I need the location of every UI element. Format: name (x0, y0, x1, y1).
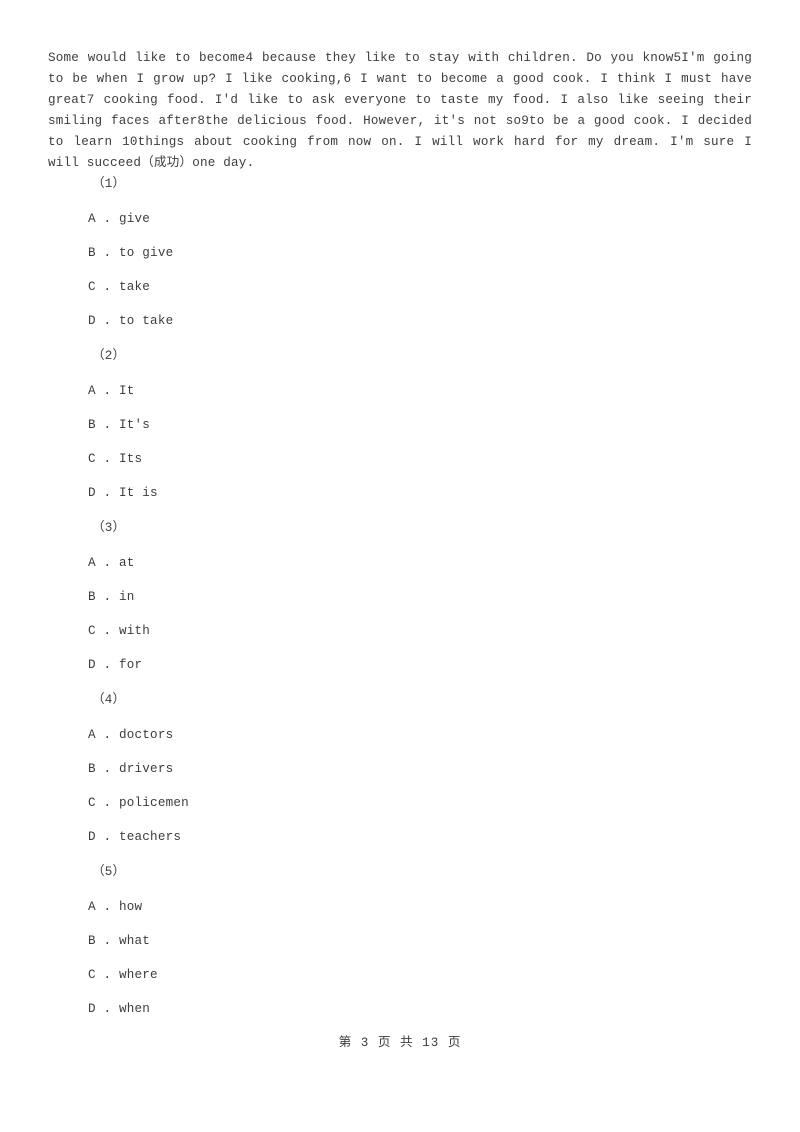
answer-option[interactable]: C . take (48, 270, 752, 304)
option-text: policemen (119, 795, 189, 810)
option-label: B . (88, 417, 120, 432)
answer-option[interactable]: B . in (48, 580, 752, 614)
answer-option[interactable]: B . It's (48, 408, 752, 442)
option-label: C . (88, 967, 120, 982)
question-number: （1） (92, 176, 126, 191)
passage-text: Some would like to become4 because they … (48, 51, 752, 170)
question-number: （5） (92, 864, 126, 879)
option-label: A . (88, 211, 120, 226)
option-label: D . (88, 313, 120, 328)
question-list: （1） A . give B . to give C . take D . to tak… (48, 166, 752, 1026)
answer-option[interactable]: D . teachers (48, 820, 752, 854)
option-text: for (119, 657, 143, 672)
option-label: D . (88, 1001, 120, 1016)
option-text: teachers (119, 829, 182, 844)
page-footer: 第 3 页 共 13 页 (0, 1032, 800, 1054)
answer-option[interactable]: A . give (48, 202, 752, 236)
answer-option[interactable]: C . policemen (48, 786, 752, 820)
option-text: with (119, 623, 151, 638)
answer-option[interactable]: D . to take (48, 304, 752, 338)
option-text: when (119, 1001, 151, 1016)
answer-option[interactable]: C . where (48, 958, 752, 992)
option-label: B . (88, 933, 120, 948)
question-number: （4） (92, 692, 126, 707)
option-text: It (119, 383, 135, 398)
option-text: give (119, 211, 151, 226)
option-label: B . (88, 761, 120, 776)
question-block: （5） A . how B . what C . where D . when (48, 854, 752, 1026)
option-text: in (119, 589, 135, 604)
answer-option[interactable]: C . Its (48, 442, 752, 476)
answer-option[interactable]: A . doctors (48, 718, 752, 752)
option-text: take (119, 279, 151, 294)
option-label: D . (88, 657, 120, 672)
question-block: （2） A . It B . It's C . Its D . It is (48, 338, 752, 510)
question-number: （2） (92, 348, 126, 363)
question-block: （4） A . doctors B . drivers C . policemen D … (48, 682, 752, 854)
answer-option[interactable]: D . for (48, 648, 752, 682)
option-label: A . (88, 727, 120, 742)
document-page: Some would like to become4 because they … (0, 0, 800, 1132)
question-number: （3） (92, 520, 126, 535)
option-text: how (119, 899, 143, 914)
option-text: where (119, 967, 158, 982)
option-text: doctors (119, 727, 174, 742)
answer-option[interactable]: A . at (48, 546, 752, 580)
option-text: Its (119, 451, 143, 466)
page-indicator: 第 3 页 共 13 页 (338, 1036, 462, 1050)
answer-option[interactable]: C . with (48, 614, 752, 648)
question-block: （3） A . at B . in C . with D . for (48, 510, 752, 682)
answer-option[interactable]: B . what (48, 924, 752, 958)
option-label: C . (88, 623, 120, 638)
option-text: at (119, 555, 135, 570)
answer-option[interactable]: D . It is (48, 476, 752, 510)
option-label: C . (88, 795, 120, 810)
answer-option[interactable]: A . It (48, 374, 752, 408)
question-block: （1） A . give B . to give C . take D . to tak… (48, 166, 752, 338)
answer-option[interactable]: D . when (48, 992, 752, 1026)
option-text: It is (119, 485, 158, 500)
option-text: what (119, 933, 151, 948)
cloze-passage: Some would like to become4 because they … (48, 48, 752, 174)
option-text: drivers (119, 761, 174, 776)
option-label: A . (88, 555, 120, 570)
option-label: A . (88, 899, 120, 914)
option-label: B . (88, 589, 120, 604)
answer-option[interactable]: B . to give (48, 236, 752, 270)
answer-option[interactable]: A . how (48, 890, 752, 924)
option-label: C . (88, 451, 120, 466)
option-text: to give (119, 245, 174, 260)
option-label: C . (88, 279, 120, 294)
option-text: to take (119, 313, 174, 328)
option-label: D . (88, 829, 120, 844)
option-text: It's (119, 417, 151, 432)
option-label: B . (88, 245, 120, 260)
answer-option[interactable]: B . drivers (48, 752, 752, 786)
option-label: D . (88, 485, 120, 500)
option-label: A . (88, 383, 120, 398)
